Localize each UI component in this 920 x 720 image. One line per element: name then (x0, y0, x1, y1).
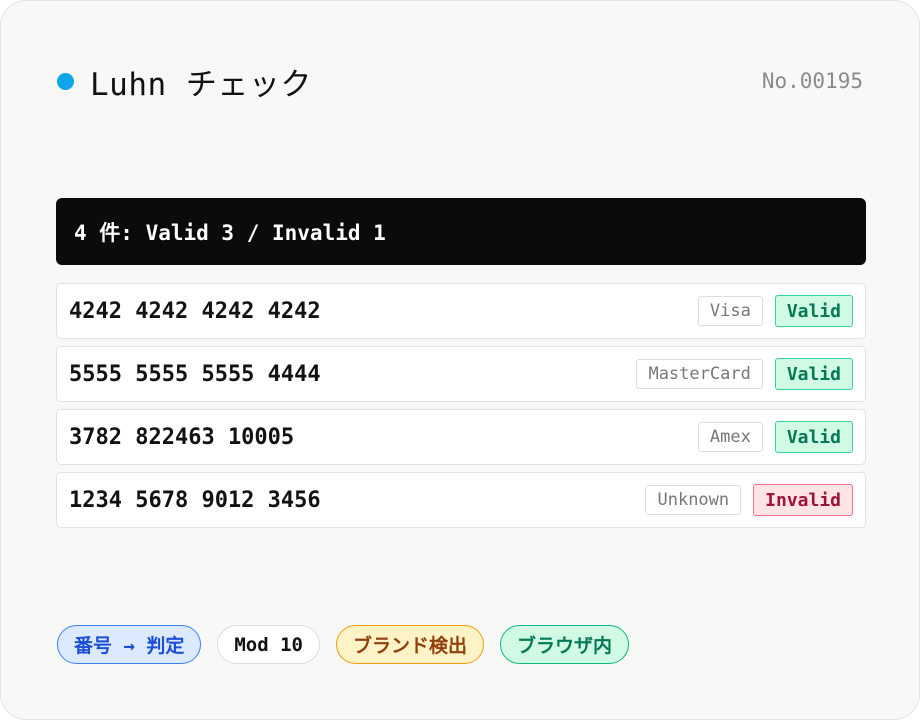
tag-brand-detection: ブランド検出 (335, 625, 484, 664)
list-item: 3782 822463 10005 Amex Valid (56, 409, 866, 465)
row-badges: MasterCard Valid (636, 358, 853, 390)
row-badges: Unknown Invalid (645, 484, 853, 516)
row-badges: Visa Valid (697, 295, 853, 327)
brand-badge: Amex (697, 422, 763, 452)
list-item: 5555 5555 5555 4444 MasterCard Valid (56, 346, 866, 402)
record-number: No.00195 (761, 69, 863, 93)
brand-badge: Unknown (645, 485, 742, 515)
summary-bar: 4 件: Valid 3 / Invalid 1 (56, 198, 866, 265)
brand-badge: Visa (697, 296, 763, 326)
feature-tags: 番号 → 判定 Mod 10 ブランド検出 ブラウザ内 (57, 625, 629, 664)
title-group: Luhn チェック (57, 59, 312, 104)
header: Luhn チェック No.00195 (57, 59, 863, 103)
list-item: 1234 5678 9012 3456 Unknown Invalid (56, 472, 866, 528)
page-title: Luhn チェック (90, 66, 312, 103)
card-number: 3782 822463 10005 (69, 424, 295, 450)
status-dot-icon (57, 72, 74, 90)
brand-badge: MasterCard (636, 359, 763, 389)
list-item: 4242 4242 4242 4242 Visa Valid (56, 283, 866, 339)
card-number: 1234 5678 9012 3456 (69, 487, 321, 513)
card-number: 5555 5555 5555 4444 (69, 361, 321, 387)
status-badge: Valid (774, 421, 853, 453)
tag-in-browser: ブラウザ内 (499, 625, 629, 664)
card-list: 4242 4242 4242 4242 Visa Valid 5555 5555… (56, 283, 866, 535)
tag-mod-10: Mod 10 (217, 625, 320, 664)
luhn-check-card: Luhn チェック No.00195 4 件: Valid 3 / Invali… (0, 0, 920, 720)
status-badge: Valid (774, 358, 853, 390)
row-badges: Amex Valid (697, 421, 853, 453)
tag-number-to-result: 番号 → 判定 (57, 625, 202, 664)
status-badge: Valid (774, 295, 853, 327)
status-badge: Invalid (753, 484, 853, 516)
card-number: 4242 4242 4242 4242 (69, 298, 321, 324)
